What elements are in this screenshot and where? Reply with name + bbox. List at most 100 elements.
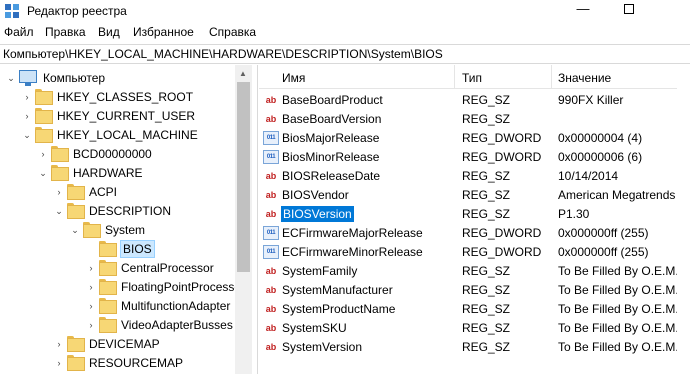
value-name: BaseBoardProduct	[282, 93, 383, 107]
value-data: To Be Filled By O.E.M.	[558, 283, 679, 297]
value-row[interactable]: ab SystemVersion REG_SZ To Be Filled By O.E…	[259, 338, 690, 357]
tree-node-label[interactable]: BCD00000000	[72, 147, 153, 161]
string-value-icon: ab	[265, 304, 277, 314]
value-type: REG_DWORD	[462, 226, 542, 240]
tree-node-label[interactable]: FloatingPointProcesso	[120, 280, 242, 294]
pane-splitter[interactable]	[252, 65, 258, 374]
tree-node-label[interactable]: System	[104, 223, 146, 237]
tree-node-label[interactable]: DESCRIPTION	[88, 204, 172, 218]
menu-file[interactable]: Файл	[4, 25, 34, 39]
list-scrollbar[interactable]	[677, 65, 690, 374]
value-type: REG_SZ	[462, 169, 511, 183]
string-value-icon: ab	[265, 209, 277, 219]
value-name: SystemSKU	[282, 321, 347, 335]
tree-node-label[interactable]: BIOS	[120, 240, 155, 258]
value-row[interactable]: ab BaseBoardVersion REG_SZ	[259, 110, 690, 129]
expand-icon[interactable]: ›	[22, 111, 32, 121]
value-row[interactable]: ab SystemFamily REG_SZ To Be Filled By O.E.…	[259, 262, 690, 281]
folder-icon	[51, 165, 69, 181]
minimize-icon: —	[576, 1, 590, 16]
tree-node-label[interactable]: CentralProcessor	[120, 261, 215, 275]
maximize-icon	[624, 4, 634, 14]
expand-icon[interactable]: ›	[54, 187, 64, 197]
column-header-name[interactable]: Имя	[282, 71, 305, 85]
address-bar[interactable]: Компьютер\HKEY_LOCAL_MACHINE\HARDWARE\DE…	[0, 44, 690, 64]
value-data: To Be Filled By O.E.M.	[558, 302, 679, 316]
tree-node-label[interactable]: DEVICEMAP	[88, 337, 161, 351]
value-row[interactable]: ab BIOSReleaseDate REG_SZ 10/14/2014	[259, 167, 690, 186]
value-name: ECFirmwareMinorRelease	[282, 245, 423, 259]
collapse-icon[interactable]: ⌄	[54, 206, 64, 216]
menu-favorites[interactable]: Избранное	[133, 25, 194, 39]
binary-value-icon: 011	[263, 245, 279, 259]
value-row[interactable]: ab SystemSKU REG_SZ To Be Filled By O.E.M.	[259, 319, 690, 338]
expand-icon[interactable]: ›	[22, 92, 32, 102]
value-row[interactable]: ab SystemManufacturer REG_SZ To Be Filled B…	[259, 281, 690, 300]
tree-scrollbar[interactable]: ▲	[235, 65, 252, 374]
expand-icon[interactable]: ›	[86, 301, 96, 311]
tree-node-label[interactable]: Компьютер	[42, 71, 106, 85]
value-row[interactable]: ab SystemProductName REG_SZ To Be Filled By…	[259, 300, 690, 319]
tree-scrollbar-thumb[interactable]	[237, 82, 250, 272]
folder-icon	[67, 203, 85, 219]
expand-icon[interactable]: ›	[86, 320, 96, 330]
collapse-icon[interactable]: ⌄	[38, 168, 48, 178]
tree-node-label[interactable]: MultifunctionAdapter	[120, 299, 231, 313]
maximize-button[interactable]	[606, 0, 652, 22]
value-row[interactable]: 011 BiosMajorRelease REG_DWORD 0x00000004 (…	[259, 129, 690, 148]
collapse-icon[interactable]: ⌄	[22, 130, 32, 140]
menu-help[interactable]: Справка	[209, 25, 256, 39]
column-header-type[interactable]: Тип	[462, 71, 482, 85]
folder-icon	[99, 260, 117, 276]
folder-icon	[99, 317, 117, 333]
expand-icon[interactable]: ›	[54, 339, 64, 349]
value-data: P1.30	[558, 207, 590, 221]
value-type: REG_SZ	[462, 188, 511, 202]
minimize-button[interactable]: —	[560, 0, 606, 22]
folder-icon	[67, 355, 85, 371]
menu-edit[interactable]: Правка	[45, 25, 86, 39]
value-type: REG_DWORD	[462, 131, 542, 145]
folder-icon	[51, 146, 69, 162]
expand-icon[interactable]: ›	[86, 263, 96, 273]
expand-icon[interactable]: ›	[54, 358, 64, 368]
collapse-icon[interactable]: ⌄	[6, 73, 16, 83]
value-row[interactable]: 011 BiosMinorRelease REG_DWORD 0x00000006 (…	[259, 148, 690, 167]
string-value-icon: ab	[265, 190, 277, 200]
value-type: REG_SZ	[462, 321, 511, 335]
menu-view[interactable]: Вид	[98, 25, 120, 39]
tree-node-label[interactable]: ACPI	[88, 185, 118, 199]
value-type: REG_SZ	[462, 112, 511, 126]
address-path[interactable]: Компьютер\HKEY_LOCAL_MACHINE\HARDWARE\DE…	[3, 47, 443, 61]
scroll-up-icon[interactable]: ▲	[239, 69, 247, 78]
column-divider[interactable]	[454, 65, 455, 89]
tree-node-label[interactable]: HARDWARE	[72, 166, 144, 180]
column-divider[interactable]	[551, 65, 552, 89]
tree-node-label[interactable]: HKEY_CURRENT_USER	[56, 109, 196, 123]
folder-icon	[67, 184, 85, 200]
value-row[interactable]: ab BIOSVersion REG_SZ P1.30	[259, 205, 690, 224]
expand-icon[interactable]: ›	[86, 282, 96, 292]
folder-icon	[35, 89, 53, 105]
value-type: REG_SZ	[462, 340, 511, 354]
value-row[interactable]: ab BaseBoardProduct REG_SZ 990FX Killer	[259, 91, 690, 110]
menu-bar: Файл Правка Вид Избранное Справка	[0, 22, 690, 42]
binary-value-icon: 011	[263, 226, 279, 240]
value-row[interactable]: ab BIOSVendor REG_SZ American Megatrends	[259, 186, 690, 205]
value-type: REG_SZ	[462, 207, 511, 221]
computer-icon	[19, 70, 37, 86]
value-name: BiosMajorRelease	[282, 131, 380, 145]
value-type: REG_SZ	[462, 283, 511, 297]
value-name: BiosMinorRelease	[282, 150, 380, 164]
tree-node-label[interactable]: HKEY_LOCAL_MACHINE	[56, 128, 199, 142]
column-header-data[interactable]: Значение	[558, 71, 611, 85]
tree-node-label[interactable]: VideoAdapterBusses	[120, 318, 234, 332]
collapse-icon[interactable]: ⌄	[70, 225, 80, 235]
expand-icon[interactable]: ›	[38, 149, 48, 159]
tree-node-label[interactable]: HKEY_CLASSES_ROOT	[56, 90, 194, 104]
value-row[interactable]: 011 ECFirmwareMajorRelease REG_DWORD 0x0000…	[259, 224, 690, 243]
tree-node-label[interactable]: RESOURCEMAP	[88, 356, 184, 370]
value-data: American Megatrends	[558, 188, 676, 202]
value-row[interactable]: 011 ECFirmwareMinorRelease REG_DWORD 0x0000…	[259, 243, 690, 262]
value-name: ECFirmwareMajorRelease	[282, 226, 423, 240]
